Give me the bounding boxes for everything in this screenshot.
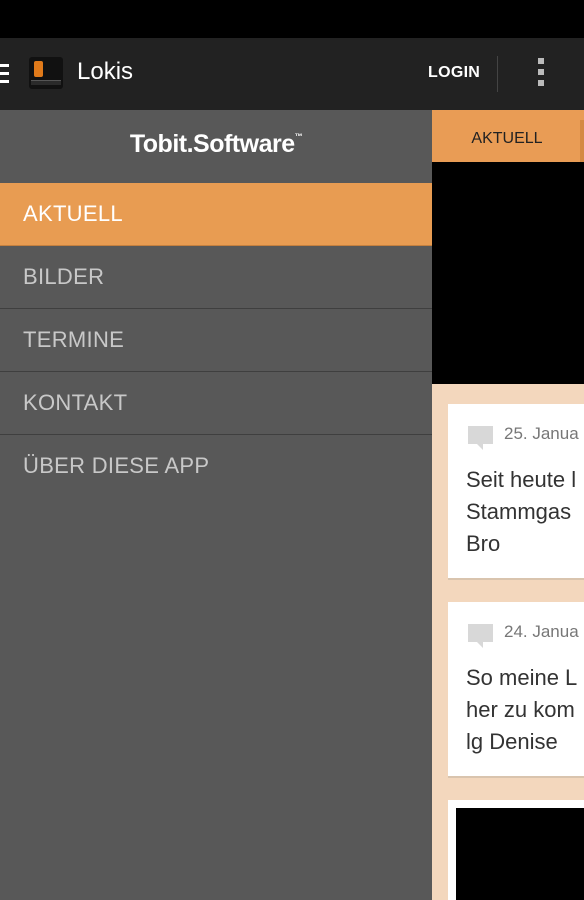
app-logo-icon[interactable] (29, 57, 63, 89)
tab-aktuell[interactable]: AKTUELL (432, 110, 582, 162)
drawer-toggle-icon[interactable] (0, 64, 9, 84)
post-card[interactable]: 25. Janua Seit heute l Stammgas Bro (448, 404, 584, 580)
action-bar: Lokis LOGIN (0, 38, 584, 111)
nav-item-bilder[interactable]: BILDER (0, 246, 432, 309)
tab-next-edge[interactable] (580, 120, 584, 162)
nav-item-kontakt[interactable]: KONTAKT (0, 372, 432, 435)
comment-icon (468, 624, 493, 648)
nav-item-termine[interactable]: TERMINE (0, 309, 432, 372)
app-title[interactable]: Lokis (77, 58, 133, 86)
status-bar (0, 0, 584, 38)
tab-bar: AKTUELL (432, 110, 584, 162)
post-date: 24. Janua (504, 622, 579, 641)
hero-image[interactable] (432, 162, 584, 384)
navigation-drawer: Tobit.Software™ AKTUELL BILDER TERMINE K… (0, 110, 432, 900)
nav-item-label: TERMINE (23, 327, 125, 352)
video-thumbnail[interactable] (456, 808, 584, 900)
login-button[interactable]: LOGIN (428, 64, 480, 82)
post-text: Seit heute l Stammgas Bro (466, 467, 577, 556)
tobit-software-logo: Tobit.Software™ (129, 130, 303, 158)
main-content: AKTUELL 25. Janua Seit heute l Stammgas … (432, 110, 584, 900)
nav-item-ueber-diese-app[interactable]: ÜBER DIESE APP (0, 435, 432, 497)
video-card[interactable] (448, 800, 584, 900)
comment-icon (468, 426, 493, 450)
overflow-menu-icon[interactable] (535, 58, 547, 92)
nav-item-label: ÜBER DIESE APP (23, 453, 210, 478)
drawer-header: Tobit.Software™ (0, 110, 432, 184)
nav-item-aktuell[interactable]: AKTUELL (0, 183, 432, 246)
post-card[interactable]: 24. Janua So meine L her zu kom lg Denis… (448, 602, 584, 778)
post-text: So meine L her zu kom lg Denise (466, 665, 578, 754)
nav-item-label: AKTUELL (23, 201, 123, 226)
nav-item-label: KONTAKT (23, 390, 128, 415)
nav-item-label: BILDER (23, 264, 105, 289)
actionbar-divider (497, 56, 498, 92)
post-date: 25. Janua (504, 424, 579, 443)
